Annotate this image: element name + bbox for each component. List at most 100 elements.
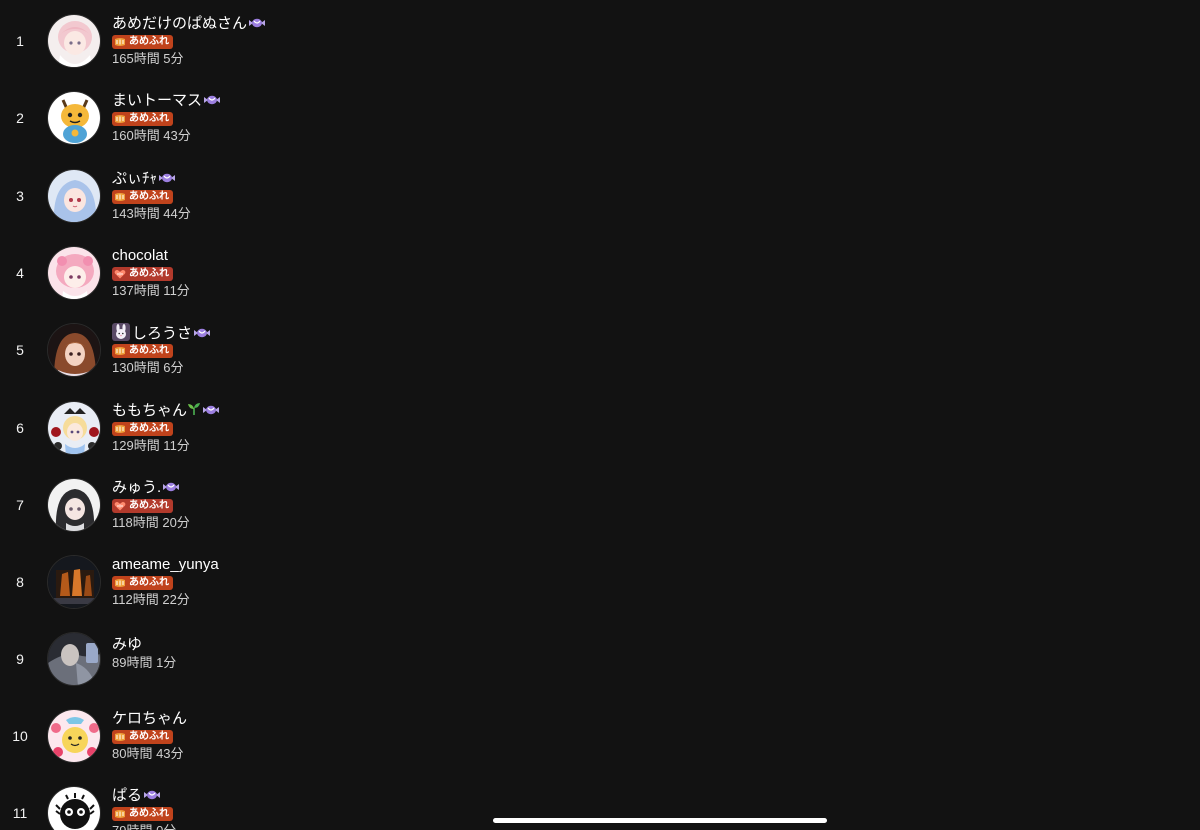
yellow-mascot-avatar[interactable] [47, 91, 101, 145]
badge-label: あめふれ [129, 500, 169, 511]
watch-duration: 165時間 5分 [112, 51, 184, 66]
username-line[interactable]: ぷぃﾁｬ [112, 169, 176, 189]
ribbon-badge-icon [114, 192, 126, 202]
watch-duration: 79時間 0分 [112, 823, 176, 830]
membership-badge: あめふれ [112, 576, 173, 590]
username: ももちゃん [112, 402, 188, 419]
badge-label: あめふれ [129, 577, 169, 588]
anime-girl-blonde-roses-avatar[interactable] [47, 401, 101, 455]
yellow-character-flowers-avatar[interactable] [47, 709, 101, 763]
badge-label: あめふれ [129, 268, 169, 279]
ranking-row[interactable]: 4 chocolat あめふれ 137時間 11分 [0, 243, 600, 303]
anime-girl-brown-hair-avatar[interactable] [47, 323, 101, 377]
home-indicator[interactable] [493, 818, 827, 823]
ribbon-badge-icon [114, 114, 126, 124]
membership-badge: あめふれ [112, 499, 173, 513]
username-line[interactable]: まいトーマス [112, 91, 221, 111]
rank-number: 9 [16, 651, 24, 667]
candy-icon [162, 481, 180, 493]
anime-girl-blue-hair-avatar[interactable] [47, 169, 101, 223]
watch-duration: 137時間 11分 [112, 283, 190, 298]
badge-label: あめふれ [129, 808, 169, 819]
rank-number: 4 [16, 265, 24, 281]
watch-duration: 143時間 44分 [112, 206, 191, 221]
badge-label: あめふれ [129, 345, 169, 356]
username: みゅう. [112, 479, 162, 496]
watch-duration: 80時間 43分 [112, 746, 184, 761]
username: ケロちゃん [112, 710, 188, 727]
badge-label: あめふれ [129, 113, 169, 124]
watch-duration: 160時間 43分 [112, 128, 191, 143]
ribbon-badge-icon [114, 578, 126, 588]
username-line[interactable]: みゆ [112, 635, 142, 655]
username: みゆ [112, 636, 143, 653]
rank-number: 6 [16, 420, 24, 436]
badge-label: あめふれ [129, 36, 169, 47]
badge-label: あめふれ [129, 191, 169, 202]
badge-label: あめふれ [129, 423, 169, 434]
ranking-row[interactable]: 5 しろうさ あめふれ 130時間 6分 [0, 320, 600, 380]
membership-badge: あめふれ [112, 267, 173, 281]
heart-badge-icon [114, 269, 126, 279]
rank-number: 2 [16, 110, 24, 126]
rabbit-icon [112, 323, 130, 341]
candy-icon [193, 327, 211, 339]
username: しろうさ [132, 325, 193, 342]
candy-icon [143, 789, 161, 801]
watch-duration: 112時間 22分 [112, 592, 190, 607]
membership-badge: あめふれ [112, 35, 173, 49]
ranking-row[interactable]: 2 まいトーマスあめふれ 160時間 43分 [0, 88, 600, 148]
ribbon-badge-icon [114, 732, 126, 742]
ranking-screen: 1 あめだけのぱぬさん あめふれ 165時間 5分 2 まいトーマス あめふれ 160時間 4… [0, 0, 1200, 830]
rank-number: 1 [16, 33, 24, 49]
watch-duration: 89時間 1分 [112, 655, 177, 670]
username-line[interactable]: ケロちゃん [112, 709, 187, 729]
sprout-icon [187, 402, 201, 416]
username-line[interactable]: chocolat [112, 246, 168, 266]
username-line[interactable]: ameame_yunya [112, 555, 219, 575]
ranking-row[interactable]: 6 ももちゃんあめふれ 129時間 11分 [0, 398, 600, 458]
ranking-row[interactable]: 10 ケロちゃんあめふれ 80時間 43分 [0, 706, 600, 766]
ranking-row[interactable]: 3 ぷぃﾁｬ あめふれ 143時間 44分 [0, 166, 600, 226]
candy-icon [248, 17, 266, 29]
watch-duration: 129時間 11分 [112, 438, 190, 453]
membership-badge: あめふれ [112, 344, 173, 358]
membership-badge: あめふれ [112, 807, 173, 821]
username-line[interactable]: ぱる [112, 786, 161, 806]
ribbon-badge-icon [114, 809, 126, 819]
anime-girl-pink-avatar[interactable] [47, 246, 101, 300]
ranking-row[interactable]: 7 みゅう. あめふれ 118時間 20分 [0, 475, 600, 535]
anime-girl-pink-hair-avatar[interactable] [47, 14, 101, 68]
username: ぱる [112, 787, 143, 804]
ribbon-badge-icon [114, 346, 126, 356]
anime-girl-black-hair-avatar[interactable] [47, 478, 101, 532]
rank-number: 10 [12, 728, 28, 744]
candy-icon [158, 172, 176, 184]
rank-number: 3 [16, 188, 24, 204]
photo-person-avatar[interactable] [47, 632, 101, 686]
black-soot-sprite-avatar[interactable] [47, 786, 101, 830]
ranking-row[interactable]: 9 みゆ 89時間 1分 [0, 629, 600, 689]
username: まいトーマス [112, 92, 203, 109]
ranking-row[interactable]: 1 あめだけのぱぬさんあめふれ 165時間 5分 [0, 11, 600, 71]
username-line[interactable]: あめだけのぱぬさん [112, 14, 266, 34]
heart-badge-icon [114, 501, 126, 511]
candy-icon [202, 404, 220, 416]
rank-number: 5 [16, 342, 24, 358]
username: chocolat [112, 247, 168, 264]
ribbon-badge-icon [114, 37, 126, 47]
membership-badge: あめふれ [112, 730, 173, 744]
membership-badge: あめふれ [112, 112, 173, 126]
username: ぷぃﾁｬ [112, 170, 158, 187]
watch-duration: 118時間 20分 [112, 515, 190, 530]
username-line[interactable]: みゅう. [112, 478, 180, 498]
username: あめだけのぱぬさん [112, 15, 248, 32]
username: ameame_yunya [112, 556, 219, 573]
dark-orange-scene-avatar[interactable] [47, 555, 101, 609]
candy-icon [203, 94, 221, 106]
badge-label: あめふれ [129, 731, 169, 742]
rank-number: 7 [16, 497, 24, 513]
username-line[interactable]: ももちゃん [112, 401, 220, 421]
username-line[interactable]: しろうさ [112, 323, 211, 343]
ranking-row[interactable]: 8 ameame_yunya あめふれ 112時間 22分 [0, 552, 600, 612]
